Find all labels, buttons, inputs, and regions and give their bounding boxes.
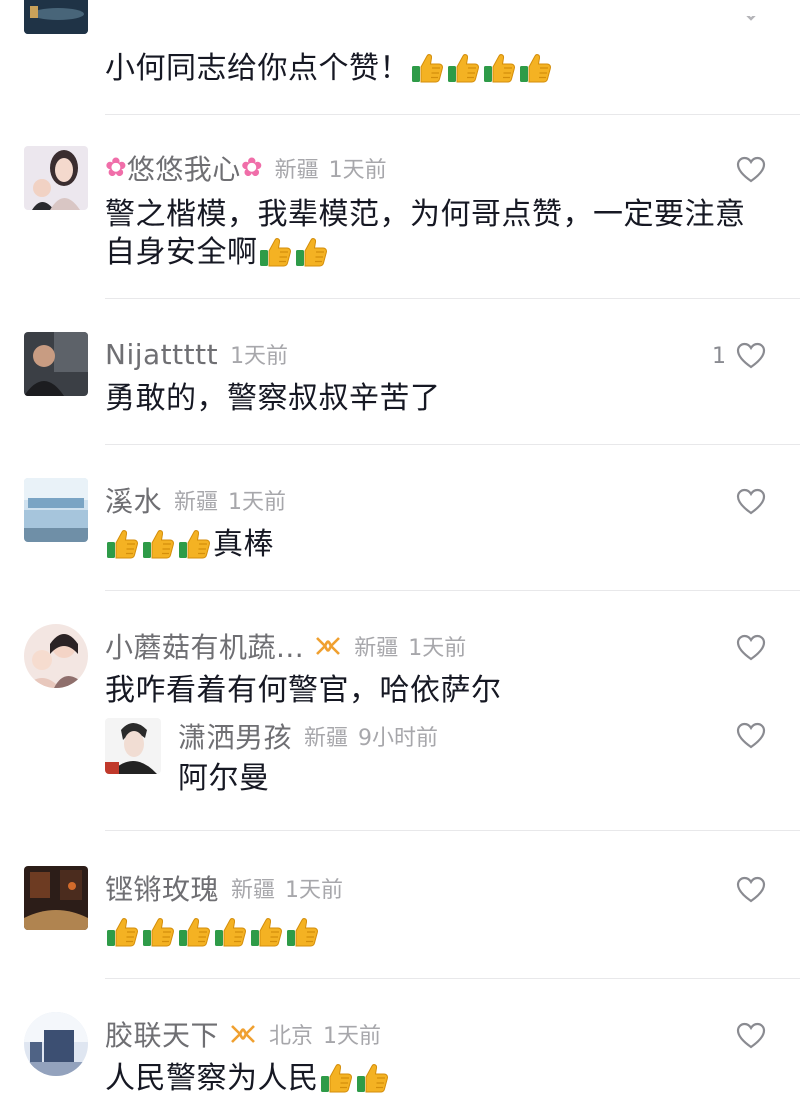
heart-outline-icon: [736, 876, 766, 903]
comment-list: 小何同志给你点个赞！ ✿ 悠悠我心 ✿ 新疆 1天前 警之楷模，我辈模范，为何哥…: [0, 0, 800, 1118]
username[interactable]: 悠悠我心: [127, 148, 241, 188]
comment-text: 小何同志给你点个赞！: [105, 50, 775, 88]
username[interactable]: 铿锵玫瑰: [105, 868, 219, 908]
comment-text: [105, 914, 775, 952]
avatar[interactable]: [24, 624, 88, 688]
timestamp: 1天前: [285, 878, 344, 903]
username[interactable]: 小蘑菇有机蔬...: [105, 626, 304, 666]
region-label: 新疆: [274, 158, 319, 183]
thumbs-up-emoji: [177, 528, 211, 560]
divider: [105, 444, 800, 445]
thumbs-up-emoji: [249, 916, 283, 948]
comment-text: 人民警察为人民: [105, 1060, 775, 1098]
like-button[interactable]: [736, 718, 766, 754]
infinity-badge-icon: [316, 637, 341, 655]
heart-outline-icon: [736, 722, 766, 749]
reply-meta: 潇洒男孩 新疆 9小时前: [178, 716, 438, 756]
heart-outline-icon: [736, 342, 766, 369]
thumbs-up-emoji: [141, 916, 175, 948]
comment-text: 真棒: [105, 526, 775, 564]
timestamp: 1天前: [408, 636, 467, 661]
like-button[interactable]: 1: [712, 338, 766, 374]
timestamp: 9小时前: [358, 726, 439, 751]
infinity-badge-icon: [231, 1025, 255, 1043]
comment-meta: 铿锵玫瑰 新疆 1天前: [105, 868, 343, 908]
thumbs-up-emoji: [285, 916, 319, 948]
comment-meta: 溪水 新疆 1天前: [105, 480, 286, 520]
comment-text: 警之楷模，我辈模范，为何哥点赞，一定要注意自身安全啊: [105, 197, 746, 270]
flower-emoji: ✿: [240, 153, 263, 183]
thumbs-up-emoji: [213, 916, 247, 948]
thumbs-up-emoji: [177, 916, 211, 948]
like-count: 1: [712, 343, 726, 369]
thumbs-up-emoji: [105, 528, 139, 560]
comment-text: 勇敢的，警察叔叔辛苦了: [105, 381, 441, 416]
like-button[interactable]: [736, 12, 766, 48]
divider: [105, 298, 800, 299]
thumbs-up-emoji: [105, 916, 139, 948]
like-button[interactable]: [736, 872, 766, 908]
avatar[interactable]: [105, 718, 161, 774]
username[interactable]: 胶联天下: [105, 1014, 219, 1054]
comment-meta: Nijattttt 1天前: [105, 334, 288, 374]
heart-outline-icon: [736, 488, 766, 515]
thumbs-up-emoji: [410, 52, 444, 84]
avatar[interactable]: [24, 332, 88, 396]
thumbs-up-emoji: [319, 1062, 353, 1094]
comment-text: 我咋看着有何警官，哈依萨尔: [105, 673, 502, 708]
comment-meta: 小蘑菇有机蔬... 新疆 1天前: [105, 626, 466, 666]
region-label: 北京: [269, 1024, 314, 1049]
thumbs-up-emoji: [446, 52, 480, 84]
like-button[interactable]: [736, 484, 766, 520]
username[interactable]: Nijattttt: [105, 338, 218, 371]
heart-outline-icon: [736, 156, 766, 183]
region-label: 新疆: [174, 490, 219, 515]
divider: [105, 590, 800, 591]
timestamp: 1天前: [323, 1024, 382, 1049]
avatar[interactable]: [24, 146, 88, 210]
comment-meta: 胶联天下 北京 1天前: [105, 1014, 381, 1054]
timestamp: 1天前: [328, 158, 387, 183]
like-button[interactable]: [736, 630, 766, 666]
like-button[interactable]: [736, 152, 766, 188]
thumbs-up-emoji: [294, 236, 328, 268]
avatar[interactable]: [24, 866, 88, 930]
thumbs-up-emoji: [518, 52, 552, 84]
divider: [105, 830, 800, 831]
avatar[interactable]: [24, 478, 88, 542]
timestamp: 1天前: [228, 490, 287, 515]
region-label: 新疆: [304, 726, 349, 751]
like-button[interactable]: [736, 1018, 766, 1054]
username[interactable]: 溪水: [105, 480, 162, 520]
region-label: 新疆: [231, 878, 276, 903]
flower-emoji: ✿: [105, 153, 127, 183]
avatar[interactable]: [24, 0, 88, 34]
timestamp: 1天前: [230, 344, 289, 369]
thumbs-up-emoji: [258, 236, 292, 268]
chevron-down-icon: [746, 16, 756, 21]
reply-text: 阿尔曼: [178, 761, 270, 796]
region-label: 新疆: [354, 636, 399, 661]
heart-outline-icon: [736, 1022, 766, 1049]
comment-meta: ✿ 悠悠我心 ✿ 新疆 1天前: [105, 148, 387, 188]
thumbs-up-emoji: [482, 52, 516, 84]
username[interactable]: 潇洒男孩: [178, 716, 292, 756]
thumbs-up-emoji: [141, 528, 175, 560]
divider: [105, 114, 800, 115]
divider: [105, 978, 800, 979]
avatar[interactable]: [24, 1012, 88, 1076]
heart-outline-icon: [736, 634, 766, 661]
thumbs-up-emoji: [355, 1062, 389, 1094]
